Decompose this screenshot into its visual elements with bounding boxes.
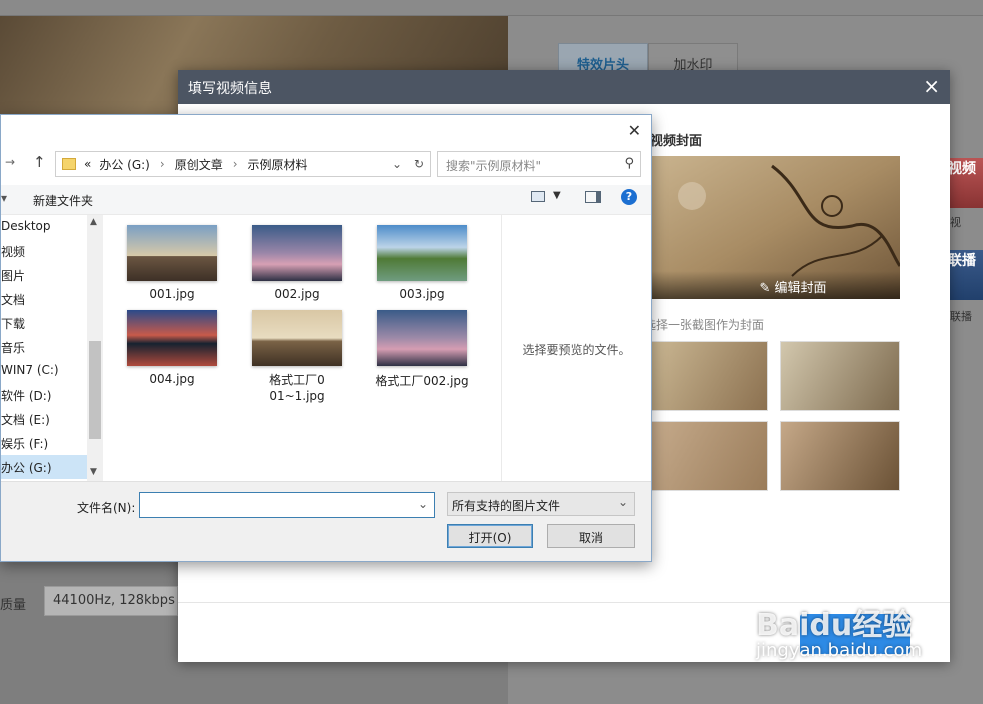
preview-pane: 选择要预览的文件。: [501, 215, 651, 481]
breadcrumb-folder[interactable]: 原创文章: [175, 156, 223, 173]
file-name: 003.jpg: [399, 287, 445, 301]
filetype-value: 所有支持的图片文件: [452, 499, 561, 513]
cancel-button[interactable]: 取消: [547, 524, 635, 548]
search-placeholder: 搜索"示例原材料": [446, 159, 542, 173]
watermark: Baidu经验 jingyan.baidu.com: [756, 600, 922, 661]
file-thumbnail: [252, 225, 342, 281]
chevron-down-icon[interactable]: ⌄: [418, 497, 428, 511]
ad-label: 视: [950, 216, 961, 229]
close-icon[interactable]: ×: [923, 76, 940, 96]
scroll-down-icon[interactable]: ▼: [90, 467, 97, 477]
quality-select[interactable]: 44100Hz, 128kbps: [44, 586, 178, 616]
filename-input[interactable]: ⌄: [139, 492, 435, 518]
breadcrumb-overflow[interactable]: «: [84, 157, 91, 171]
sidebar-item-drive-f[interactable]: 娱乐 (F:): [1, 431, 87, 455]
close-icon[interactable]: ✕: [628, 121, 641, 140]
nav-back-icon[interactable]: →: [5, 155, 15, 169]
cover-thumb-2[interactable]: [780, 341, 900, 411]
help-icon[interactable]: ?: [621, 189, 637, 205]
folder-icon: [62, 158, 76, 170]
file-item[interactable]: 003.jpg: [367, 225, 477, 301]
edit-cover-label: 编辑封面: [774, 281, 827, 296]
sidebar-item-documents[interactable]: 文档: [1, 287, 87, 311]
breadcrumb-drive[interactable]: 办公 (G:): [99, 156, 150, 173]
sidebar-item-pictures[interactable]: 图片: [1, 263, 87, 287]
sidebar-item-drive-e[interactable]: 文档 (E:): [1, 407, 87, 431]
ad-banner-video[interactable]: 视频: [948, 158, 983, 208]
sidebar-item-drive-g[interactable]: 办公 (G:): [1, 455, 87, 479]
scrollbar-thumb[interactable]: [89, 341, 101, 439]
file-thumbnail: [377, 225, 467, 281]
sidebar-item-drive-d[interactable]: 软件 (D:): [1, 383, 87, 407]
file-name: 格式工厂001~1.jpg: [269, 373, 325, 403]
cover-thumb-3[interactable]: [648, 421, 768, 491]
new-folder-button[interactable]: 新建文件夹: [33, 192, 93, 209]
file-item[interactable]: 004.jpg: [117, 310, 227, 386]
watermark-logo: Baidu经验: [756, 608, 913, 643]
modal-header: 填写视频信息 ×: [178, 70, 950, 104]
file-open-dialog: ✕ → ↑ « 办公 (G:) › 原创文章 › 示例原材料 ⌄ ↻ 搜索"示例…: [0, 114, 652, 562]
view-mode-icon[interactable]: [531, 191, 545, 202]
up-arrow-icon[interactable]: ↑: [33, 153, 46, 171]
cover-hint: 选择一张截图作为封面: [644, 318, 765, 332]
pencil-icon: ✎: [759, 281, 775, 296]
file-thumbnail: [127, 310, 217, 366]
modal-title: 填写视频信息: [188, 81, 272, 97]
file-name: 001.jpg: [149, 287, 195, 301]
refresh-icon[interactable]: ↻: [414, 157, 424, 171]
chevron-down-icon[interactable]: ▼: [553, 190, 561, 201]
chevron-down-icon[interactable]: ⌄: [392, 157, 402, 171]
file-name: 格式工厂002.jpg: [375, 374, 469, 388]
file-item[interactable]: 格式工厂001~1.jpg: [242, 310, 352, 404]
dialog-toolbar: ▾ 新建文件夹 ▼ ?: [1, 185, 651, 215]
ad-banner-lianbo[interactable]: 联播: [948, 250, 983, 300]
file-item[interactable]: 002.jpg: [242, 225, 352, 301]
filetype-select[interactable]: 所有支持的图片文件 ⌄: [447, 492, 635, 516]
preview-pane-icon[interactable]: [585, 191, 601, 203]
filename-label: 文件名(N):: [77, 501, 136, 515]
cover-thumb-4[interactable]: [780, 421, 900, 491]
dialog-bottom-bar: 文件名(N): ⌄ 所有支持的图片文件 ⌄ 打开(O) 取消: [1, 481, 651, 561]
file-name: 004.jpg: [149, 372, 195, 386]
sidebar-item-music[interactable]: 音乐: [1, 335, 87, 359]
sidebar-item-drive-c[interactable]: WIN7 (C:): [1, 359, 87, 383]
search-input[interactable]: 搜索"示例原材料" ⚲: [437, 151, 641, 177]
quality-label: 质量: [0, 598, 27, 613]
address-bar[interactable]: « 办公 (G:) › 原创文章 › 示例原材料 ⌄ ↻: [55, 151, 431, 177]
chevron-right-icon: ›: [232, 157, 238, 171]
file-thumbnail: [127, 225, 217, 281]
open-button[interactable]: 打开(O): [447, 524, 533, 548]
file-thumbnail: [377, 310, 467, 366]
organize-dropdown-icon[interactable]: ▾: [1, 191, 7, 205]
cover-image[interactable]: ✎ 编辑封面: [652, 156, 900, 299]
breadcrumb-current[interactable]: 示例原材料: [248, 156, 308, 173]
file-item[interactable]: 格式工厂002.jpg: [367, 310, 477, 389]
watermark-url: jingyan.baidu.com: [756, 640, 923, 661]
file-name: 002.jpg: [274, 287, 320, 301]
file-list: 001.jpg 002.jpg 003.jpg 004.jpg 格式工厂001~…: [105, 215, 501, 481]
cover-thumb-1[interactable]: [648, 341, 768, 411]
scroll-up-icon[interactable]: ▲: [90, 217, 97, 227]
ad-label: 联播: [950, 310, 972, 323]
search-icon[interactable]: ⚲: [624, 156, 634, 171]
edit-cover-button[interactable]: ✎ 编辑封面: [652, 271, 900, 299]
chevron-right-icon: ›: [159, 157, 165, 171]
sidebar-item-videos[interactable]: 视频: [1, 239, 87, 263]
sidebar-item-downloads[interactable]: 下载: [1, 311, 87, 335]
file-thumbnail: [252, 310, 342, 366]
chevron-down-icon: ⌄: [617, 495, 628, 509]
background-topbar: [0, 0, 983, 16]
file-item[interactable]: 001.jpg: [117, 225, 227, 301]
sidebar-scrollbar[interactable]: ▲ ▼: [87, 215, 103, 481]
sidebar-item-desktop[interactable]: Desktop: [1, 215, 87, 239]
cover-title: 视频封面: [650, 134, 703, 149]
